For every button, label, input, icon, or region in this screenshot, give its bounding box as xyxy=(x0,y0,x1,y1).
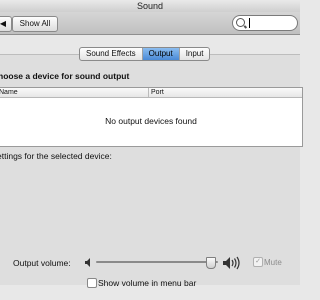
empty-message: No output devices found xyxy=(105,116,197,126)
show-all-button[interactable]: Show All xyxy=(12,16,58,32)
tab-output[interactable]: Output xyxy=(141,48,179,60)
column-divider xyxy=(148,88,149,97)
output-volume-label: Output volume: xyxy=(13,258,71,268)
show-volume-checkbox[interactable] xyxy=(87,278,97,288)
show-volume-label: Show volume in menu bar xyxy=(98,278,197,288)
tab-bar: Sound Effects Output Input xyxy=(79,47,211,61)
text-cursor xyxy=(249,18,250,28)
mute-label: Mute xyxy=(264,258,282,267)
mute-checkbox[interactable]: ✓ xyxy=(253,257,263,267)
back-button[interactable]: ◀ xyxy=(0,16,12,32)
speaker-low-icon xyxy=(85,258,90,267)
output-heading: hoose a device for sound output xyxy=(0,71,130,81)
column-header-port[interactable]: Port xyxy=(151,88,164,97)
tab-sound-effects[interactable]: Sound Effects xyxy=(80,48,142,60)
speaker-high-icon xyxy=(223,256,240,270)
checkmark-icon: ✓ xyxy=(255,258,261,265)
search-field[interactable] xyxy=(232,15,298,31)
search-icon xyxy=(236,18,245,27)
toolbar: ◀ Show All xyxy=(0,12,300,35)
volume-slider-knob[interactable] xyxy=(205,257,216,269)
tab-input[interactable]: Input xyxy=(178,48,210,60)
column-header-name[interactable]: Name xyxy=(0,88,18,97)
device-settings-label: ettings for the selected device: xyxy=(0,151,112,161)
back-icon: ◀ xyxy=(0,19,7,28)
window-title: Sound xyxy=(136,1,164,11)
volume-slider-track[interactable] xyxy=(96,261,218,263)
window-titlebar: Sound xyxy=(0,0,300,12)
output-device-table[interactable]: Name Port No output devices found xyxy=(0,87,303,147)
